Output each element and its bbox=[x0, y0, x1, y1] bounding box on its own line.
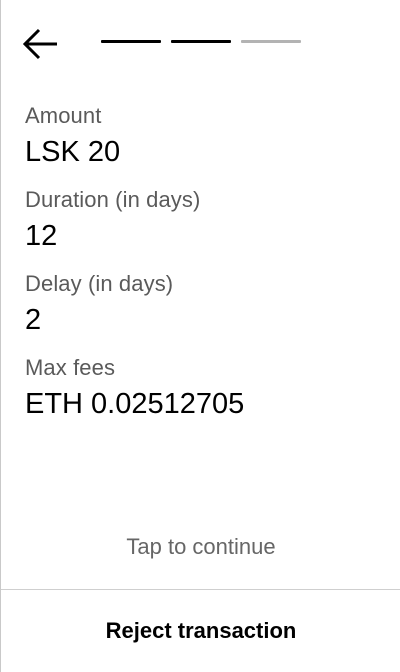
step-3-indicator bbox=[241, 40, 301, 43]
reject-transaction-button[interactable]: Reject transaction bbox=[1, 590, 400, 672]
top-bar bbox=[1, 0, 400, 84]
max-fees-field: Max fees ETH 0.02512705 bbox=[25, 352, 376, 436]
back-button[interactable] bbox=[19, 24, 63, 64]
amount-field: Amount LSK 20 bbox=[25, 100, 376, 184]
max-fees-value: ETH 0.02512705 bbox=[25, 388, 245, 420]
transaction-review-screen: Amount LSK 20 Duration (in days) 12 Dela… bbox=[0, 0, 400, 672]
step-2-indicator bbox=[171, 40, 231, 43]
duration-value: 12 bbox=[25, 220, 58, 252]
duration-field: Duration (in days) 12 bbox=[25, 184, 376, 268]
arrow-left-icon bbox=[22, 28, 57, 60]
amount-value: LSK 20 bbox=[25, 136, 121, 168]
tap-to-continue-prompt[interactable]: Tap to continue bbox=[1, 530, 400, 564]
transaction-details: Amount LSK 20 Duration (in days) 12 Dela… bbox=[25, 100, 376, 436]
step-progress-indicator bbox=[101, 40, 301, 44]
delay-value: 2 bbox=[25, 304, 42, 336]
step-1-indicator bbox=[101, 40, 161, 43]
delay-field: Delay (in days) 2 bbox=[25, 268, 376, 352]
